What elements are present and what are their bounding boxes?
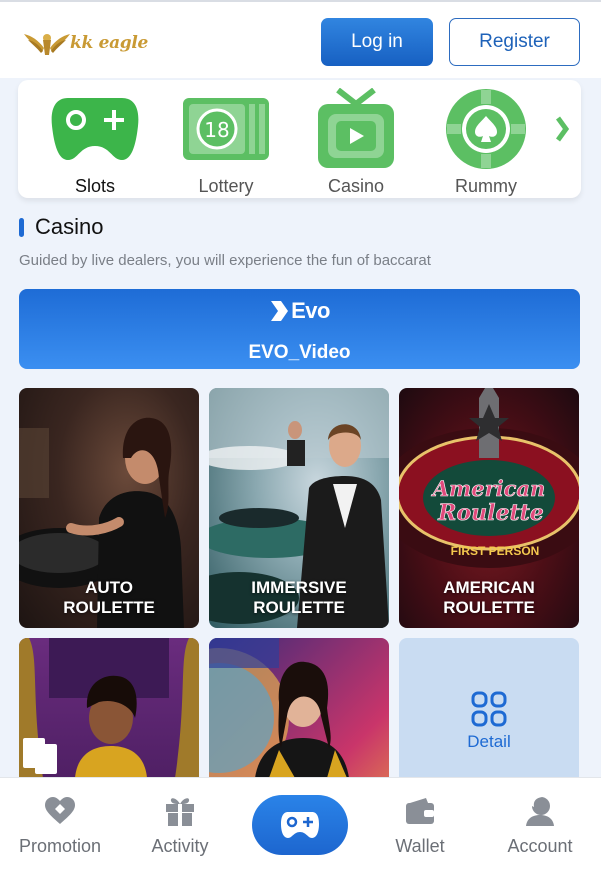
nav-label: Promotion [18,836,102,856]
category-lottery[interactable]: 18 Lottery [166,80,286,198]
game-title: IMMERSIVE ROULETTE [251,578,347,617]
game-tile-immersive-roulette[interactable]: IMMERSIVE ROULETTE [209,388,389,628]
category-label: Rummy [455,176,517,196]
provider-logo: Evo [19,298,580,324]
nav-label: Wallet [395,836,445,856]
login-button[interactable]: Log in [321,18,433,66]
lottery-ticket-icon: 18 [183,98,269,160]
account-icon [526,796,554,826]
evo-logo-icon [271,301,289,321]
gamepad-icon [281,812,319,838]
game-tile-auto-roulette[interactable]: AUTO ROULETTE [19,388,199,628]
provider-name: EVO_Video [248,342,351,363]
heart-diamond-icon [45,797,75,824]
art-title-1: American [431,476,546,501]
art-title-2: Roulette [437,500,544,526]
category-strip: Slots 18 Lottery Casino Rummy [18,80,581,198]
category-casino[interactable]: Casino [296,80,416,198]
provider-banner[interactable]: Evo EVO_Video [19,289,580,369]
category-label: Slots [74,176,116,196]
wallet-icon [406,798,434,824]
category-slots[interactable]: Slots [35,80,155,198]
category-next-partial[interactable] [556,80,581,198]
section-description: Guided by live dealers, you will experie… [19,252,431,269]
art-subtitle: FIRST PERSON [451,544,540,558]
game-title: AUTO ROULETTE [63,578,155,617]
header: kk eagle Log in Register [0,0,601,78]
nav-games-button[interactable] [252,795,348,855]
tv-play-icon [318,88,394,168]
dealer-image [209,638,349,778]
svg-text:18: 18 [204,118,229,142]
poker-chip-icon [446,89,526,169]
section-accent-bar [19,218,24,237]
nav-account[interactable]: Account [480,778,600,877]
grid-icon [471,691,507,727]
provider-logo-text: Evo [291,298,330,323]
nav-wallet[interactable]: Wallet [360,778,480,877]
gift-icon [166,798,194,826]
game-tile-american-roulette[interactable]: American Roulette FIRST PERSON AMERICAN … [399,388,579,628]
category-rummy[interactable]: Rummy [426,80,546,198]
detail-label: Detail [467,732,511,751]
section-title: Casino [35,214,104,239]
chevron-right-icon [556,116,570,142]
eagle-logo-icon [24,34,70,55]
nav-activity[interactable]: Activity [120,778,240,877]
category-label: Casino [327,176,385,196]
register-button[interactable]: Register [449,18,580,66]
nav-promotion[interactable]: Promotion [0,778,120,877]
game-title: AMERICAN ROULETTE [443,578,535,617]
gamepad-icon [51,98,139,160]
dealer-image [19,638,199,778]
logo-text: kk eagle [70,33,149,53]
category-label: Lottery [198,176,254,196]
nav-label: Account [507,836,573,856]
nav-label: Activity [151,836,209,856]
bottom-nav: Promotion Activity Wallet Account [0,777,601,877]
logo[interactable]: kk eagle [22,28,148,58]
